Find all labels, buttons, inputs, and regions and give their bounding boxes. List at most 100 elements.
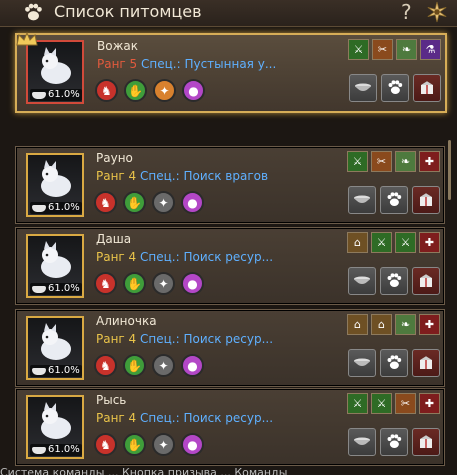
skill-orange-icon[interactable]: ✂ xyxy=(372,39,393,60)
pet-name: Рысь xyxy=(96,393,127,407)
talent-green-icon[interactable]: ✋ xyxy=(123,272,146,295)
skill-green-icon[interactable]: ⚔ xyxy=(395,232,416,253)
summon-button[interactable] xyxy=(380,428,408,456)
paw-icon xyxy=(25,3,42,21)
release-box-icon xyxy=(421,81,433,94)
scrollbar[interactable] xyxy=(448,140,451,200)
talent-purple-icon[interactable]: ● xyxy=(181,272,204,295)
pet-specialization: Спец.: Поиск ресур... xyxy=(140,250,274,264)
talent-green-icon[interactable]: ✋ xyxy=(123,191,146,214)
skill-purple-icon[interactable]: ⚗ xyxy=(420,39,441,60)
talent-row: ♞ ✋ ✦ ● xyxy=(94,433,204,456)
skill-row: ⚔ ⚔ ✂ ✚ xyxy=(347,393,440,414)
emblem-icon[interactable] xyxy=(426,1,448,23)
feed-percent: 61.0% xyxy=(48,444,80,455)
bottom-hint: Система команды ... Кнопка призыва ... К… xyxy=(0,466,288,475)
feed-button[interactable] xyxy=(349,74,377,102)
bowl-icon xyxy=(354,276,370,284)
paw-icon xyxy=(387,273,402,287)
talent-red-icon[interactable]: ♞ xyxy=(94,272,117,295)
talent-row: ♞ ✋ ✦ ● xyxy=(94,191,204,214)
talent-purple-icon[interactable]: ● xyxy=(182,79,205,102)
skill-leaf-icon[interactable]: ❧ xyxy=(395,151,416,172)
paw-icon xyxy=(388,80,403,94)
talent-purple-icon[interactable]: ● xyxy=(181,191,204,214)
pet-image xyxy=(41,323,71,360)
feed-button[interactable] xyxy=(348,428,376,456)
talent-gray-icon[interactable]: ✦ xyxy=(152,191,175,214)
pet-portrait[interactable]: 61.0% xyxy=(26,153,84,217)
talent-red-icon[interactable]: ♞ xyxy=(94,433,117,456)
talent-gray-icon[interactable]: ✦ xyxy=(152,354,175,377)
skill-row: ⌂ ⚔ ⚔ ✚ xyxy=(347,232,440,253)
pet-card[interactable]: 61.0% Рауно Ранг 4 Спец.: Поиск врагов ♞ ✋ ✦ ●… xyxy=(15,146,445,224)
feed-button[interactable] xyxy=(348,349,376,377)
skill-red-icon[interactable]: ✚ xyxy=(419,151,440,172)
food-bowl-icon xyxy=(32,368,46,375)
skill-red-icon[interactable]: ✚ xyxy=(419,314,440,335)
skill-green-icon[interactable]: ⚔ xyxy=(348,39,369,60)
skill-orange-icon[interactable]: ✂ xyxy=(371,151,392,172)
window-title: Список питомцев xyxy=(54,2,202,21)
summon-button[interactable] xyxy=(380,186,408,214)
skill-orange-icon[interactable]: ✂ xyxy=(395,393,416,414)
pet-portrait[interactable]: 61.0% xyxy=(26,234,84,298)
summon-button[interactable] xyxy=(381,74,409,102)
skill-row: ⌂ ⌂ ❧ ✚ xyxy=(347,314,440,335)
feed-percent: 61.0% xyxy=(48,365,80,376)
skill-brown-icon[interactable]: ⌂ xyxy=(347,314,368,335)
bowl-icon xyxy=(355,83,371,91)
summon-button[interactable] xyxy=(380,267,408,295)
pet-image xyxy=(41,241,71,278)
talent-orange-icon[interactable]: ✦ xyxy=(153,79,176,102)
talent-row: ♞ ✋ ✦ ● xyxy=(94,354,204,377)
skill-red-icon[interactable]: ✚ xyxy=(419,232,440,253)
pet-card[interactable]: 61.0% Рысь Ранг 4 Спец.: Поиск ресур... ♞ ✋ ✦… xyxy=(15,388,445,466)
summon-button[interactable] xyxy=(380,349,408,377)
pet-image xyxy=(41,402,71,439)
skill-leaf-icon[interactable]: ❧ xyxy=(396,39,417,60)
skill-green-icon[interactable]: ⚔ xyxy=(347,151,368,172)
talent-red-icon[interactable]: ♞ xyxy=(94,191,117,214)
leader-crown-icon xyxy=(16,31,38,46)
skill-green-icon[interactable]: ⚔ xyxy=(347,393,368,414)
pet-rank: Ранг 4 xyxy=(96,411,137,425)
release-button[interactable] xyxy=(412,186,440,214)
pet-rank: Ранг 5 xyxy=(97,57,138,71)
talent-green-icon[interactable]: ✋ xyxy=(124,79,147,102)
feed-button[interactable] xyxy=(348,267,376,295)
talent-red-icon[interactable]: ♞ xyxy=(95,79,118,102)
release-box-icon xyxy=(420,356,432,369)
release-button[interactable] xyxy=(413,74,441,102)
release-button[interactable] xyxy=(412,349,440,377)
pet-specialization: Спец.: Пустынная у... xyxy=(141,57,277,71)
pet-card[interactable]: 61.0% Вожак Ранг 5 Спец.: Пустынная у... ♞ ✋… xyxy=(15,31,447,113)
pet-rank: Ранг 4 xyxy=(96,169,137,183)
pet-portrait[interactable]: 61.0% xyxy=(26,395,84,459)
skill-green-icon[interactable]: ⚔ xyxy=(371,232,392,253)
feed-button[interactable] xyxy=(348,186,376,214)
talent-gray-icon[interactable]: ✦ xyxy=(152,433,175,456)
skill-brown-icon[interactable]: ⌂ xyxy=(347,232,368,253)
pet-portrait[interactable]: 61.0% xyxy=(26,316,84,380)
action-row xyxy=(348,186,440,214)
skill-brown-icon[interactable]: ⌂ xyxy=(371,314,392,335)
talent-purple-icon[interactable]: ● xyxy=(181,354,204,377)
talent-green-icon[interactable]: ✋ xyxy=(123,433,146,456)
skill-green-icon[interactable]: ⚔ xyxy=(371,393,392,414)
pet-portrait[interactable]: 61.0% xyxy=(26,40,84,104)
help-button[interactable]: ? xyxy=(401,0,412,24)
skill-leaf-icon[interactable]: ❧ xyxy=(395,314,416,335)
talent-row: ♞ ✋ ✦ ● xyxy=(94,272,204,295)
release-button[interactable] xyxy=(412,267,440,295)
pet-card[interactable]: 61.0% Даша Ранг 4 Спец.: Поиск ресур... ♞ ✋ ✦… xyxy=(15,227,445,305)
talent-purple-icon[interactable]: ● xyxy=(181,433,204,456)
skill-red-icon[interactable]: ✚ xyxy=(419,393,440,414)
pet-card[interactable]: 61.0% Алиночка Ранг 4 Спец.: Поиск ресур..… xyxy=(15,309,445,387)
talent-green-icon[interactable]: ✋ xyxy=(123,354,146,377)
talent-red-icon[interactable]: ♞ xyxy=(94,354,117,377)
release-button[interactable] xyxy=(412,428,440,456)
talent-gray-icon[interactable]: ✦ xyxy=(152,272,175,295)
pet-specialization: Спец.: Поиск ресур... xyxy=(140,411,274,425)
pet-name: Рауно xyxy=(96,151,133,165)
